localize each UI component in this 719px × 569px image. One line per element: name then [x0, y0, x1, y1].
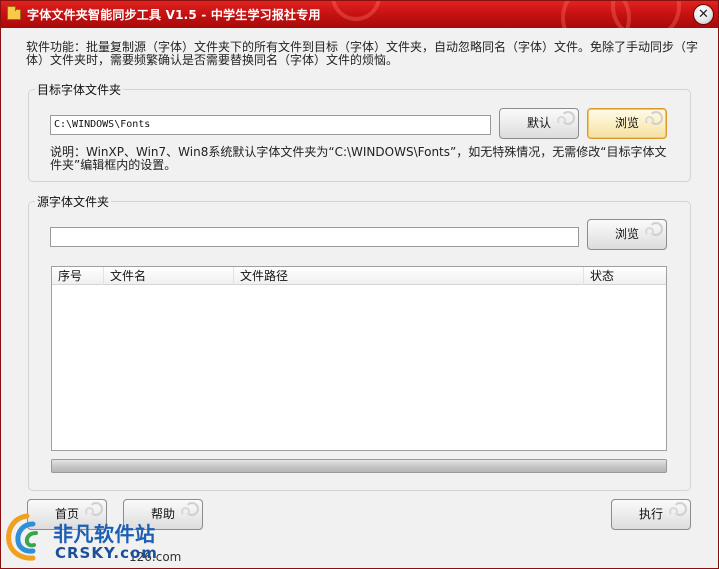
target-folder-note: 说明：WinXP、Win7、Win8系统默认字体文件夹为“C:\WINDOWS\…: [50, 145, 667, 172]
feature-description: 软件功能：批量复制源（字体）文件夹下的所有文件到目标（字体）文件夹，自动忽略同名…: [26, 40, 699, 67]
button-ornament: [645, 116, 654, 125]
source-browse-label: 浏览: [614, 227, 639, 241]
copy-progress-bar: [51, 459, 667, 473]
folder-icon: [7, 6, 21, 20]
execute-button[interactable]: 执行: [611, 499, 691, 530]
button-ornament: [557, 116, 566, 125]
column-header-filepath[interactable]: 文件路径: [234, 267, 584, 285]
title-decoration-swirl: [611, 1, 681, 28]
execute-button-label: 执行: [638, 507, 663, 521]
source-folder-legend: 源字体文件夹: [35, 193, 112, 210]
target-browse-label: 浏览: [614, 116, 639, 130]
swirl-logo-icon: [6, 513, 38, 561]
column-header-status[interactable]: 状态: [584, 267, 666, 285]
title-decoration-swirl: [331, 1, 381, 21]
source-browse-button[interactable]: 浏览: [587, 219, 667, 250]
button-ornament: [645, 227, 654, 236]
default-button-label: 默认: [526, 116, 551, 130]
default-button[interactable]: 默认: [499, 108, 579, 139]
file-list-header: 序号 文件名 文件路径 状态: [52, 267, 666, 285]
watermark-en-text: CRSKY.com: [55, 544, 158, 562]
close-button[interactable]: ✕: [693, 4, 714, 25]
column-header-filename[interactable]: 文件名: [104, 267, 234, 285]
button-ornament: [181, 507, 190, 516]
window-title: 字体文件夹智能同步工具 V1.5 - 中学生学习报社专用: [27, 8, 321, 22]
source-path-input[interactable]: [50, 227, 579, 247]
target-path-input[interactable]: C:\WINDOWS\Fonts: [50, 115, 491, 135]
column-header-index[interactable]: 序号: [52, 267, 104, 285]
target-folder-legend: 目标字体文件夹: [35, 81, 124, 98]
title-bar[interactable]: 字体文件夹智能同步工具 V1.5 - 中学生学习报社专用 ✕: [1, 1, 718, 28]
file-list[interactable]: 序号 文件名 文件路径 状态: [51, 266, 667, 451]
target-browse-button[interactable]: 浏览: [587, 108, 667, 139]
crsky-watermark: 非凡软件站 CRSKY.com: [1, 506, 171, 568]
button-ornament: [669, 507, 678, 516]
app-window: 字体文件夹智能同步工具 V1.5 - 中学生学习报社专用 ✕ 软件功能：批量复制…: [0, 0, 719, 569]
close-icon: ✕: [698, 7, 709, 22]
watermark-cn-text: 非凡软件站: [53, 522, 156, 546]
